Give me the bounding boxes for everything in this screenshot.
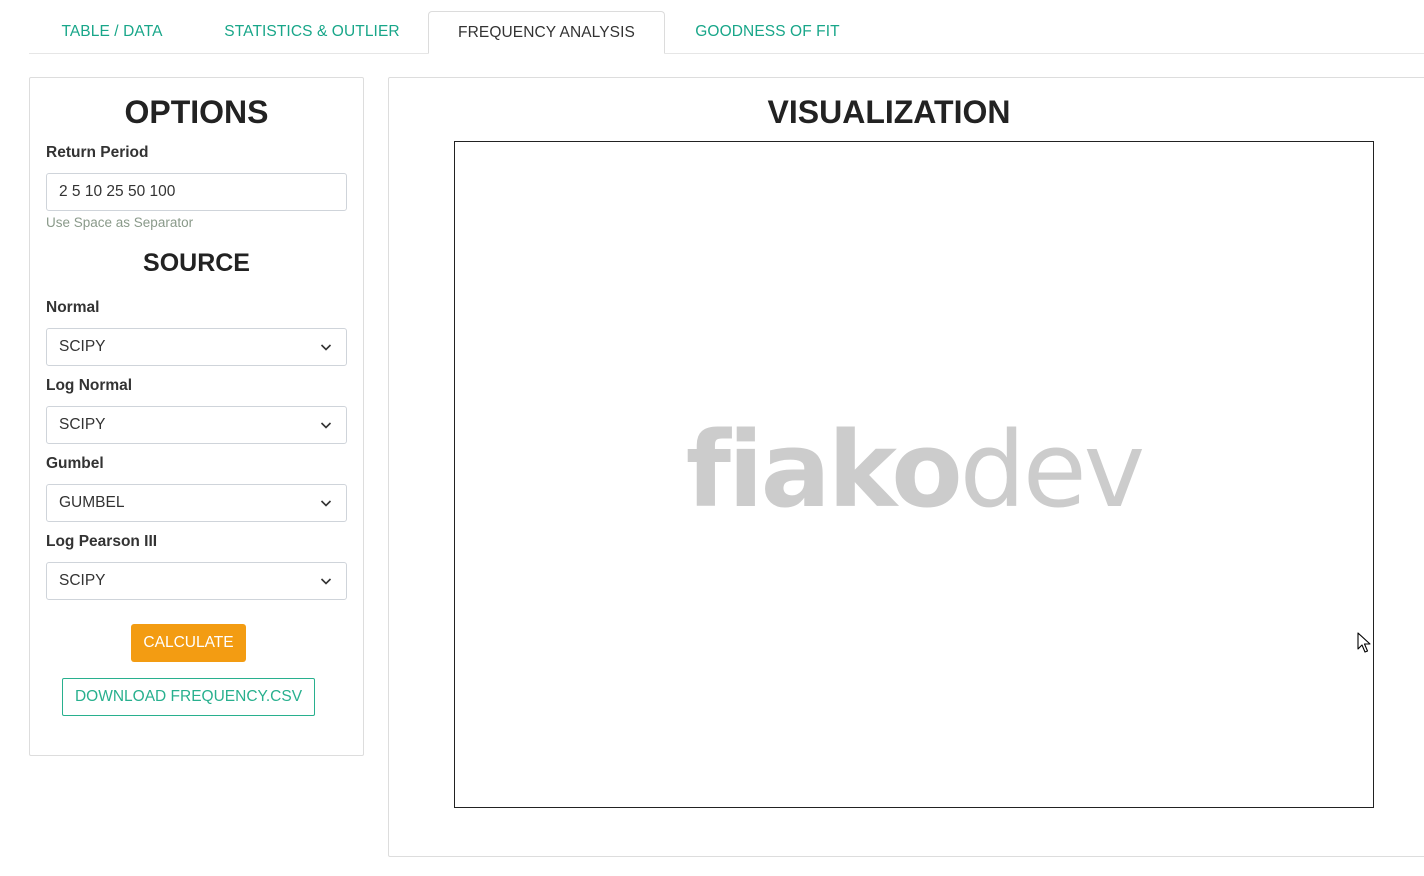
return-period-help: Use Space as Separator [46,215,194,230]
visualization-panel: VISUALIZATION fiako dev [388,77,1424,857]
tab-statistics-outlier[interactable]: STATISTICS & OUTLIER [212,11,412,53]
visualization-title: VISUALIZATION [767,94,1011,130]
log-pearson-select-value: SCIPY [59,572,106,589]
log-normal-label: Log Normal [46,377,133,394]
return-period-label: Return Period [46,144,149,161]
gumbel-select[interactable]: GUMBEL [46,484,347,522]
return-period-input[interactable]: 2 5 10 25 50 100 [46,173,347,211]
calculate-button[interactable]: CALCULATE [131,624,246,662]
chevron-down-icon [320,578,332,585]
fiakodev-watermark-logo: fiako dev [455,142,1373,807]
plot-area[interactable]: fiako dev [454,141,1374,808]
normal-select-value: SCIPY [59,338,106,355]
watermark-light-text: dev [959,408,1146,531]
options-title: OPTIONS [124,94,269,130]
chevron-down-icon [320,344,332,351]
chevron-down-icon [320,422,332,429]
log-pearson-select[interactable]: SCIPY [46,562,347,600]
options-panel: OPTIONS Return Period 2 5 10 25 50 100 U… [29,77,364,756]
gumbel-select-value: GUMBEL [59,494,125,511]
watermark-bold-text: fiako [685,408,963,531]
tab-goodness-of-fit[interactable]: GOODNESS OF FIT [680,11,855,53]
tab-table-data[interactable]: TABLE / DATA [29,11,195,53]
chevron-down-icon [320,500,332,507]
gumbel-label: Gumbel [46,455,104,472]
tab-frequency-analysis[interactable]: FREQUENCY ANALYSIS [428,11,665,54]
log-normal-select-value: SCIPY [59,416,106,433]
tab-bar: TABLE / DATA STATISTICS & OUTLIER FREQUE… [29,11,1424,54]
mouse-cursor-icon [1357,632,1371,653]
download-frequency-csv-button[interactable]: DOWNLOAD FREQUENCY.CSV [62,678,315,716]
log-pearson-label: Log Pearson III [46,533,158,550]
source-title: SOURCE [143,249,250,277]
log-normal-select[interactable]: SCIPY [46,406,347,444]
normal-select[interactable]: SCIPY [46,328,347,366]
normal-label: Normal [46,299,100,316]
